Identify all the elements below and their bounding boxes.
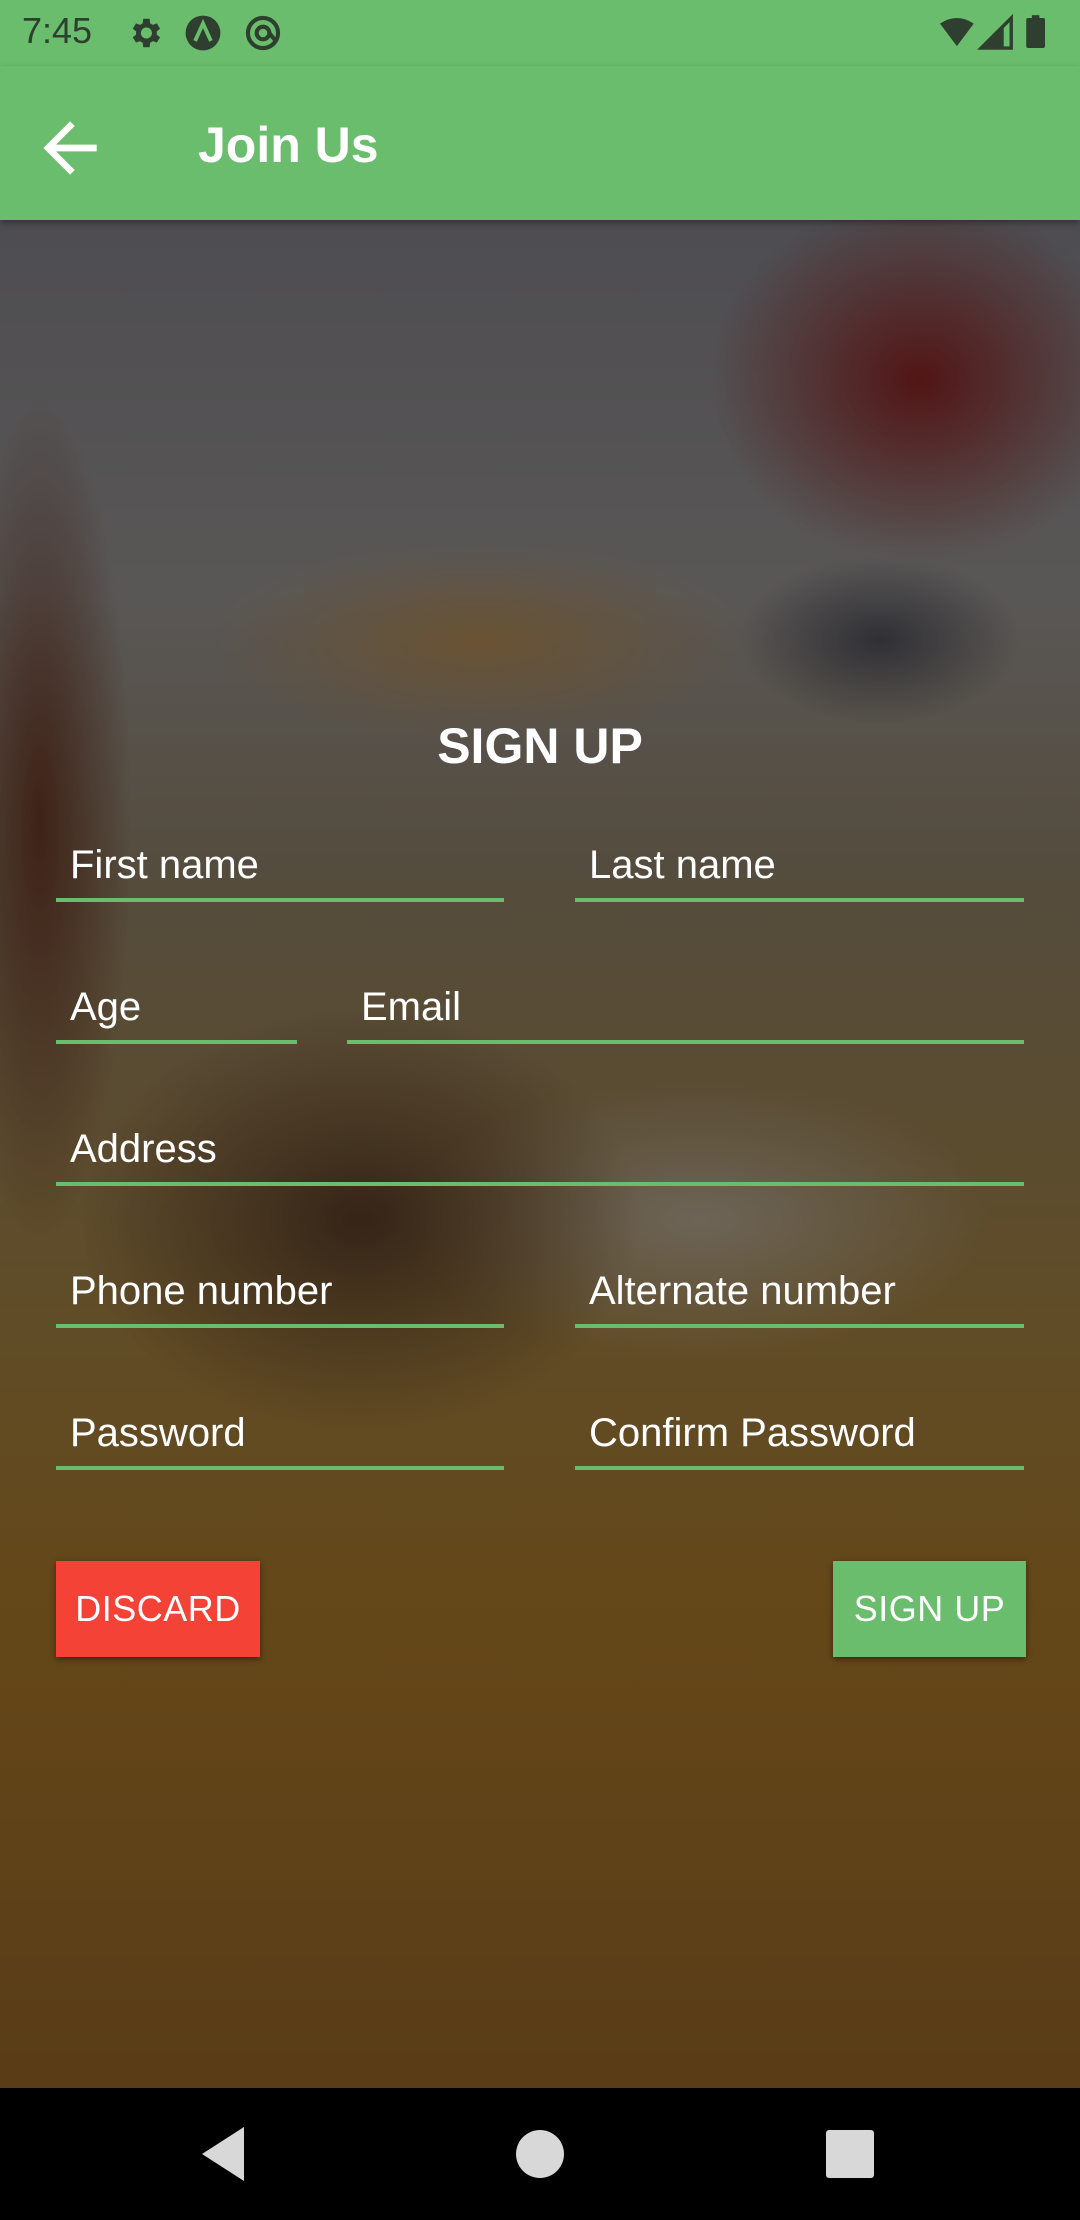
age-input[interactable] xyxy=(56,974,297,1040)
status-time: 7:45 xyxy=(22,10,93,51)
confirm-password-input[interactable] xyxy=(575,1400,1024,1466)
email-field xyxy=(347,974,1024,1044)
content-area: SIGN UP DISCARD SIGN UP xyxy=(0,220,1080,2088)
navigation-bar xyxy=(0,2088,1080,2220)
password-input[interactable] xyxy=(56,1400,504,1466)
phone-field xyxy=(56,1258,504,1328)
discard-button[interactable]: DISCARD xyxy=(56,1561,260,1657)
home-circle-icon[interactable] xyxy=(504,2118,576,2190)
form-title: SIGN UP xyxy=(437,718,643,774)
settings-icon xyxy=(132,18,161,48)
phone-input[interactable] xyxy=(56,1258,504,1324)
back-button[interactable] xyxy=(30,108,110,188)
battery-icon xyxy=(1026,18,1045,48)
email-input[interactable] xyxy=(347,974,1024,1040)
alternate-number-input[interactable] xyxy=(575,1258,1024,1324)
age-field xyxy=(56,974,297,1044)
address-field xyxy=(56,1116,1024,1186)
page-title: Join Us xyxy=(198,117,379,173)
alternate-number-field xyxy=(575,1258,1024,1328)
password-field xyxy=(56,1400,504,1470)
status-bar: 7:45 xyxy=(0,0,1080,66)
last-name-field xyxy=(575,832,1024,902)
recents-square-icon[interactable] xyxy=(814,2118,886,2190)
arrow-back-icon xyxy=(43,121,97,175)
address-input[interactable] xyxy=(56,1116,1024,1182)
last-name-input[interactable] xyxy=(575,832,1024,898)
status-right-icons xyxy=(940,14,1045,50)
a-circle-icon xyxy=(185,15,221,51)
sign-up-button[interactable]: SIGN UP xyxy=(833,1561,1026,1657)
first-name-field xyxy=(56,832,504,902)
confirm-password-field xyxy=(575,1400,1024,1470)
first-name-input[interactable] xyxy=(56,832,504,898)
at-icon xyxy=(245,15,281,51)
app-bar: Join Us xyxy=(0,66,1080,220)
wifi-icon xyxy=(940,18,974,47)
back-triangle-icon[interactable] xyxy=(190,2118,262,2190)
